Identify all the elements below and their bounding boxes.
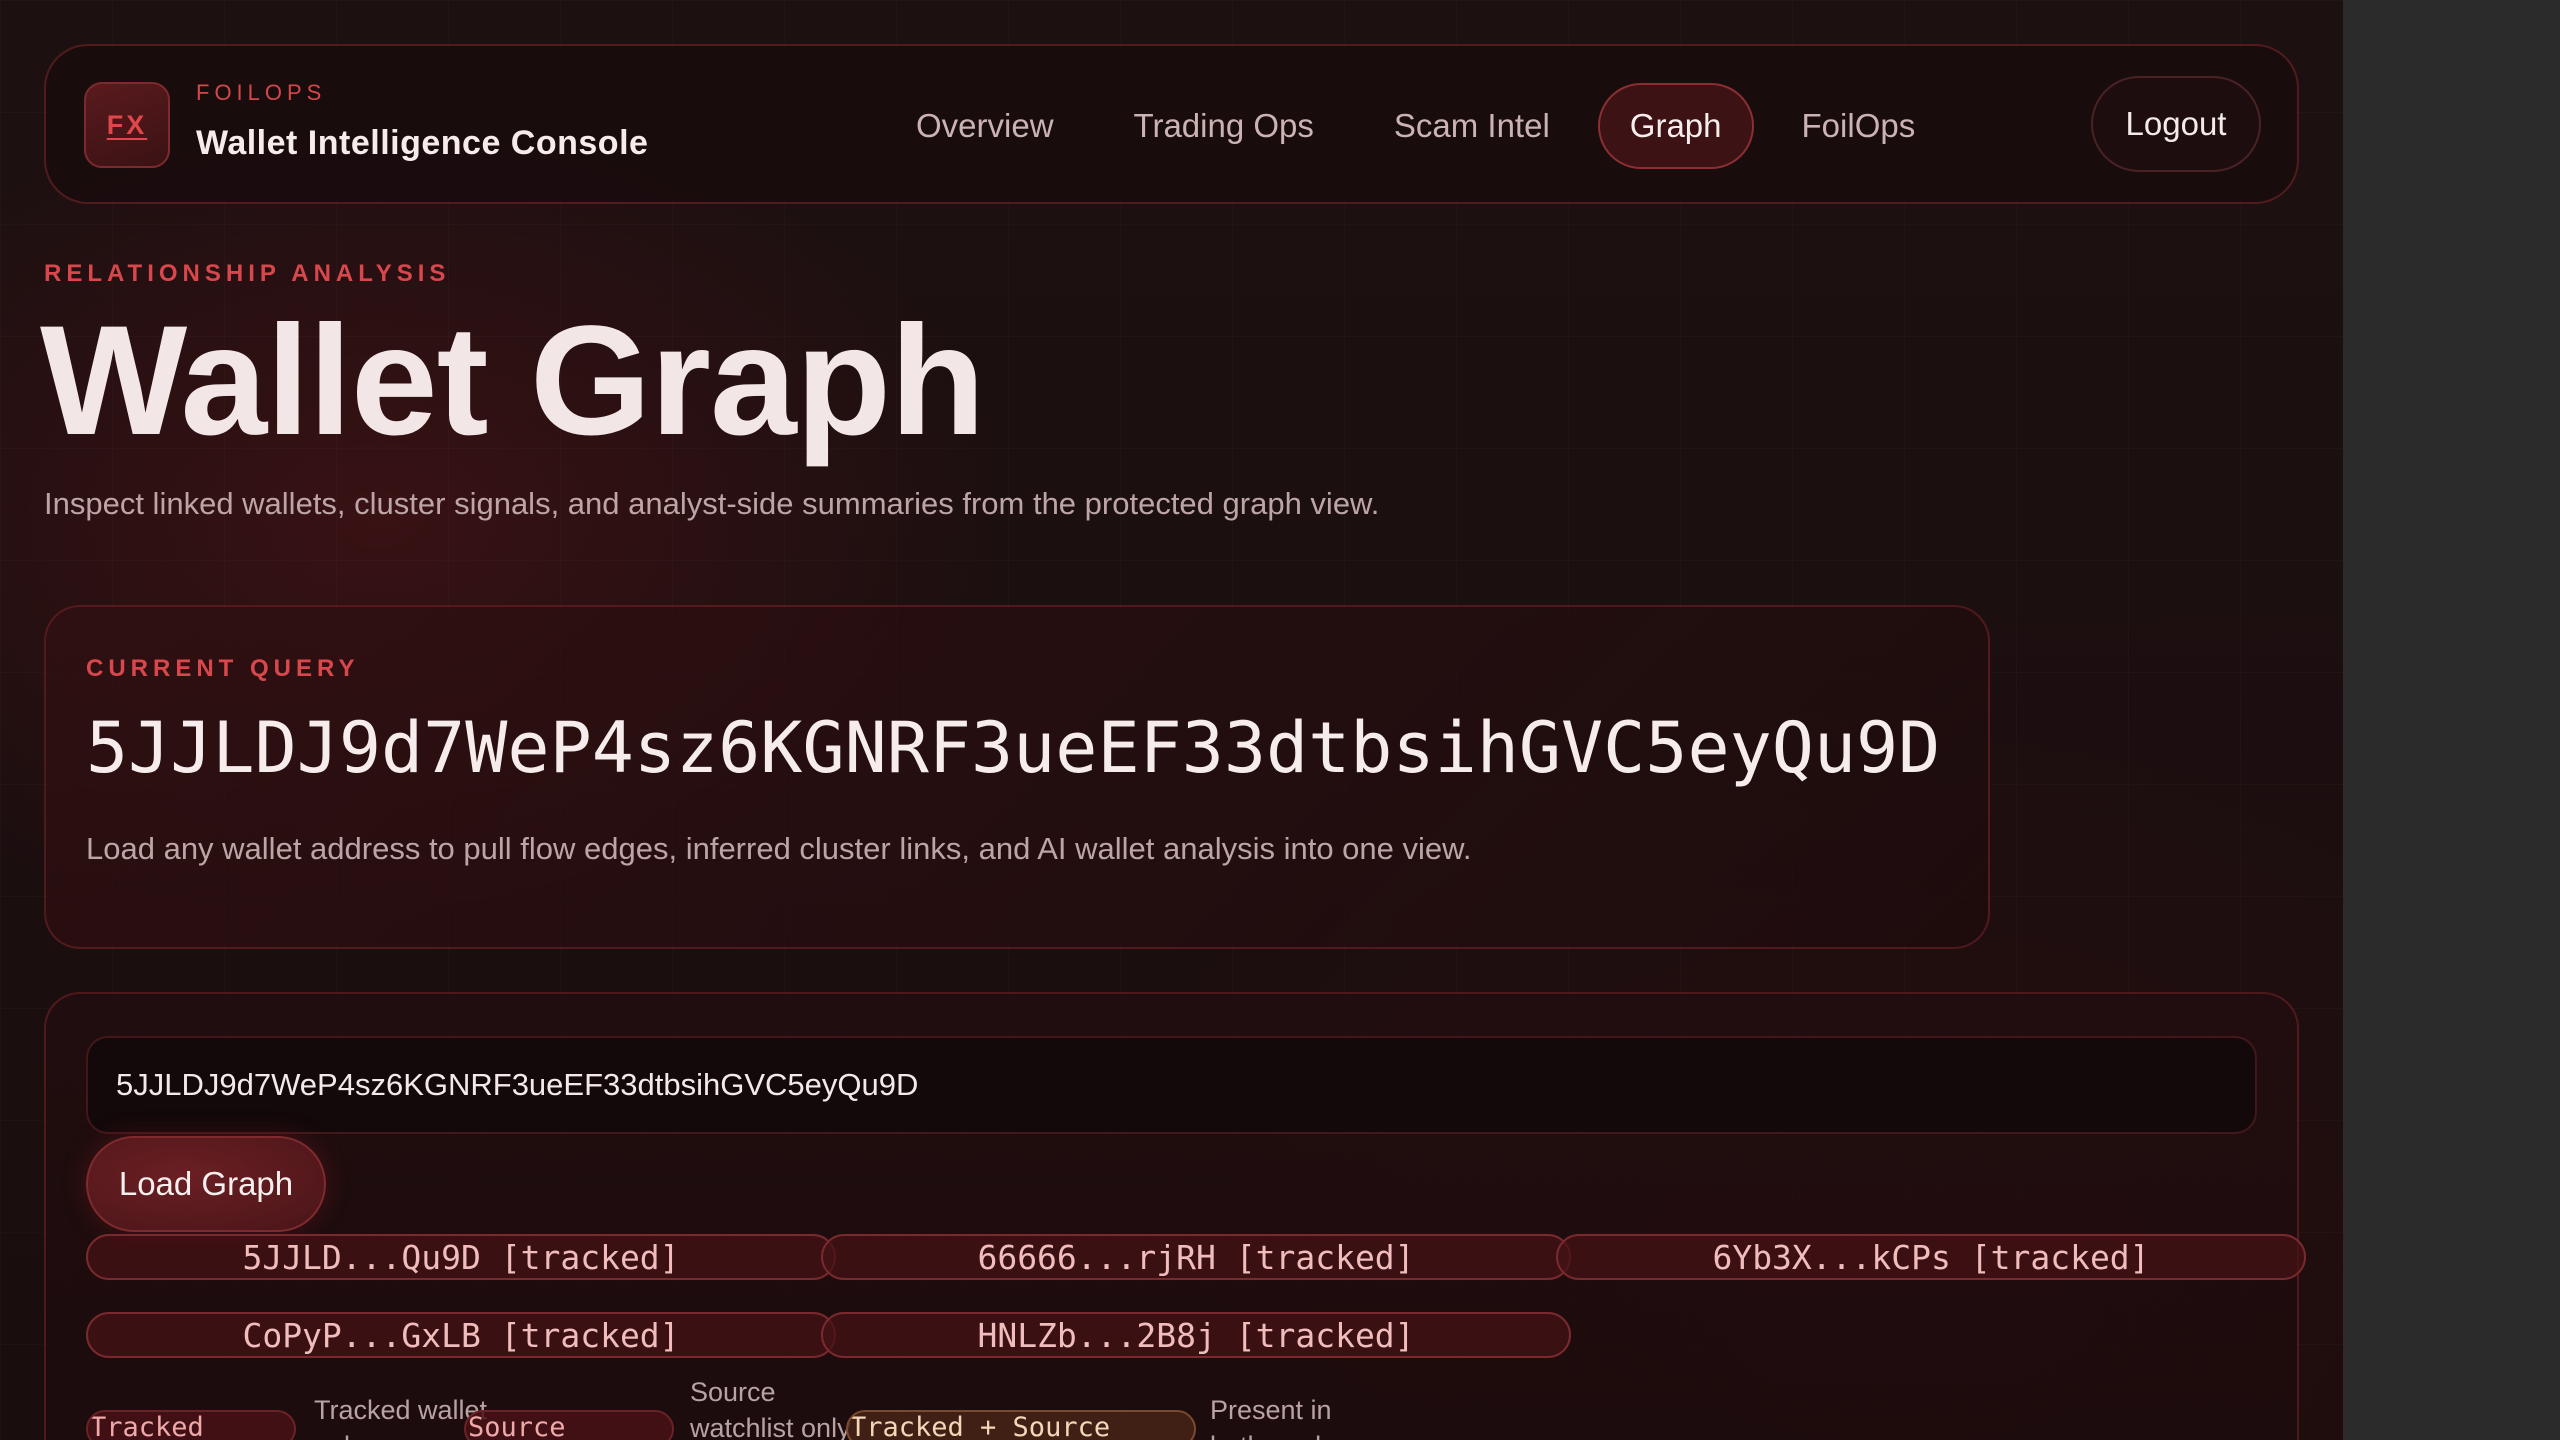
page-title: Wallet Graph (40, 294, 985, 468)
logout-button[interactable]: Logout (2091, 76, 2261, 172)
brand-logo[interactable]: FX (84, 82, 170, 168)
nav-link-graph[interactable]: Graph (1597, 83, 1754, 169)
nav-link-overview[interactable]: Overview (884, 83, 1086, 169)
current-query-label: CURRENT QUERY (86, 655, 360, 682)
current-query-description: Load any wallet address to pull flow edg… (86, 831, 1472, 866)
current-query-card: CURRENT QUERY 5JJLDJ9d7WeP4sz6KGNRF3ueEF… (44, 605, 1990, 949)
nav-links: Overview Trading Ops Scam Intel Graph Fo… (884, 80, 1963, 172)
app-viewport: FX FOILOPS Wallet Intelligence Console O… (0, 0, 2343, 1440)
brand-eyebrow: FOILOPS (196, 80, 327, 105)
legend-both-pill: Tracked + Source (846, 1410, 1196, 1440)
nav-link-scam-intel[interactable]: Scam Intel (1362, 83, 1582, 169)
graph-controls-card: Load Graph 5JJLD...Qu9D [tracked] 66666.… (44, 992, 2306, 1440)
brand-title: Wallet Intelligence Console (196, 124, 649, 162)
wallet-address-input[interactable] (86, 1036, 2257, 1134)
legend-source-description: Source watchlist only (690, 1377, 851, 1440)
tracked-wallet-chip[interactable]: 6Yb3X...kCPs [tracked] (1556, 1234, 2306, 1280)
tracked-wallet-chip[interactable]: 66666...rjRH [tracked] (821, 1234, 1571, 1280)
scrollbar-track[interactable] (2343, 0, 2560, 1440)
legend-both-description: Present in both pools (1210, 1395, 1335, 1440)
legend-tracked-pill: Tracked (86, 1410, 296, 1440)
page-subtitle: Inspect linked wallets, cluster signals,… (44, 486, 1380, 521)
current-query-address: 5JJLDJ9d7WeP4sz6KGNRF3ueEF33dtbsihGVC5ey… (86, 707, 1941, 789)
tracked-wallet-chip[interactable]: 5JJLD...Qu9D [tracked] (86, 1234, 836, 1280)
nav-link-trading-ops[interactable]: Trading Ops (1102, 83, 1346, 169)
top-nav: FX FOILOPS Wallet Intelligence Console O… (44, 44, 2299, 204)
nav-link-foilops[interactable]: FoilOps (1770, 83, 1948, 169)
legend-source-pill: Source (464, 1410, 674, 1440)
tracked-wallet-chip[interactable]: CoPyP...GxLB [tracked] (86, 1312, 836, 1358)
section-eyebrow: RELATIONSHIP ANALYSIS (44, 260, 451, 287)
load-graph-button[interactable]: Load Graph (86, 1136, 326, 1232)
tracked-wallet-chip[interactable]: HNLZb...2B8j [tracked] (821, 1312, 1571, 1358)
